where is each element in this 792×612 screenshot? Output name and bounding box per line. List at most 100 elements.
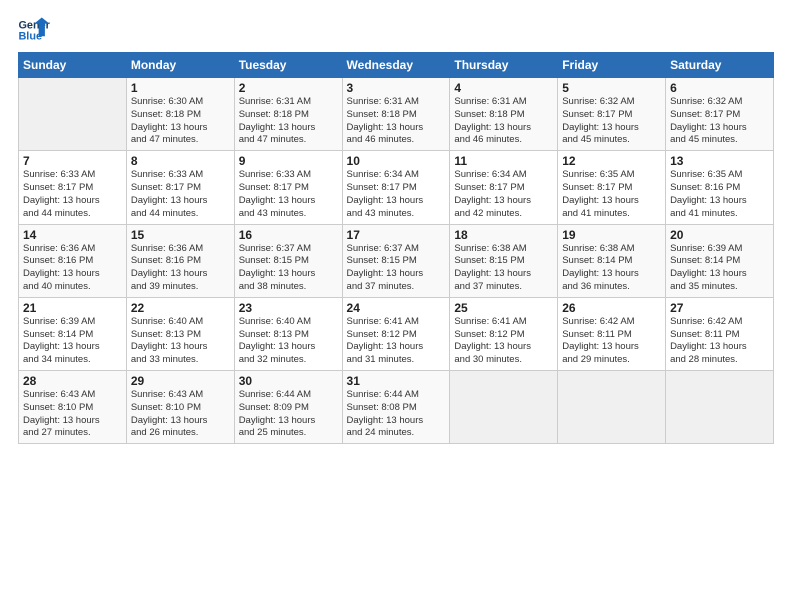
day-header-sunday: Sunday bbox=[19, 53, 127, 78]
day-info: Sunrise: 6:41 AMSunset: 8:12 PMDaylight:… bbox=[454, 316, 553, 367]
day-cell: 8Sunrise: 6:33 AMSunset: 8:17 PMDaylight… bbox=[126, 151, 234, 224]
day-info: Sunrise: 6:35 AMSunset: 8:16 PMDaylight:… bbox=[670, 169, 769, 220]
day-cell: 30Sunrise: 6:44 AMSunset: 8:09 PMDayligh… bbox=[234, 371, 342, 444]
day-info: Sunrise: 6:43 AMSunset: 8:10 PMDaylight:… bbox=[131, 389, 230, 440]
day-cell: 1Sunrise: 6:30 AMSunset: 8:18 PMDaylight… bbox=[126, 78, 234, 151]
day-number: 18 bbox=[454, 228, 553, 242]
page: General Blue SundayMondayTuesdayWednesda… bbox=[0, 0, 792, 612]
day-info: Sunrise: 6:42 AMSunset: 8:11 PMDaylight:… bbox=[562, 316, 661, 367]
day-cell: 29Sunrise: 6:43 AMSunset: 8:10 PMDayligh… bbox=[126, 371, 234, 444]
day-number: 12 bbox=[562, 154, 661, 168]
day-info: Sunrise: 6:32 AMSunset: 8:17 PMDaylight:… bbox=[562, 96, 661, 147]
day-cell: 28Sunrise: 6:43 AMSunset: 8:10 PMDayligh… bbox=[19, 371, 127, 444]
day-number: 9 bbox=[239, 154, 338, 168]
day-number: 3 bbox=[347, 81, 446, 95]
day-cell: 13Sunrise: 6:35 AMSunset: 8:16 PMDayligh… bbox=[666, 151, 774, 224]
day-number: 21 bbox=[23, 301, 122, 315]
day-number: 10 bbox=[347, 154, 446, 168]
day-cell: 15Sunrise: 6:36 AMSunset: 8:16 PMDayligh… bbox=[126, 224, 234, 297]
day-cell: 10Sunrise: 6:34 AMSunset: 8:17 PMDayligh… bbox=[342, 151, 450, 224]
day-number: 7 bbox=[23, 154, 122, 168]
week-row-4: 21Sunrise: 6:39 AMSunset: 8:14 PMDayligh… bbox=[19, 297, 774, 370]
day-number: 16 bbox=[239, 228, 338, 242]
day-info: Sunrise: 6:31 AMSunset: 8:18 PMDaylight:… bbox=[347, 96, 446, 147]
day-number: 2 bbox=[239, 81, 338, 95]
day-info: Sunrise: 6:38 AMSunset: 8:15 PMDaylight:… bbox=[454, 243, 553, 294]
day-number: 11 bbox=[454, 154, 553, 168]
day-cell: 6Sunrise: 6:32 AMSunset: 8:17 PMDaylight… bbox=[666, 78, 774, 151]
day-cell: 3Sunrise: 6:31 AMSunset: 8:18 PMDaylight… bbox=[342, 78, 450, 151]
day-number: 4 bbox=[454, 81, 553, 95]
day-info: Sunrise: 6:33 AMSunset: 8:17 PMDaylight:… bbox=[131, 169, 230, 220]
day-info: Sunrise: 6:36 AMSunset: 8:16 PMDaylight:… bbox=[23, 243, 122, 294]
day-cell: 23Sunrise: 6:40 AMSunset: 8:13 PMDayligh… bbox=[234, 297, 342, 370]
week-row-1: 1Sunrise: 6:30 AMSunset: 8:18 PMDaylight… bbox=[19, 78, 774, 151]
day-header-saturday: Saturday bbox=[666, 53, 774, 78]
day-info: Sunrise: 6:40 AMSunset: 8:13 PMDaylight:… bbox=[239, 316, 338, 367]
day-info: Sunrise: 6:37 AMSunset: 8:15 PMDaylight:… bbox=[347, 243, 446, 294]
day-cell: 27Sunrise: 6:42 AMSunset: 8:11 PMDayligh… bbox=[666, 297, 774, 370]
day-info: Sunrise: 6:31 AMSunset: 8:18 PMDaylight:… bbox=[454, 96, 553, 147]
day-cell: 24Sunrise: 6:41 AMSunset: 8:12 PMDayligh… bbox=[342, 297, 450, 370]
day-number: 24 bbox=[347, 301, 446, 315]
calendar-table: SundayMondayTuesdayWednesdayThursdayFrid… bbox=[18, 52, 774, 444]
week-row-3: 14Sunrise: 6:36 AMSunset: 8:16 PMDayligh… bbox=[19, 224, 774, 297]
day-cell: 22Sunrise: 6:40 AMSunset: 8:13 PMDayligh… bbox=[126, 297, 234, 370]
day-cell: 11Sunrise: 6:34 AMSunset: 8:17 PMDayligh… bbox=[450, 151, 558, 224]
day-info: Sunrise: 6:30 AMSunset: 8:18 PMDaylight:… bbox=[131, 96, 230, 147]
day-cell: 7Sunrise: 6:33 AMSunset: 8:17 PMDaylight… bbox=[19, 151, 127, 224]
day-number: 29 bbox=[131, 374, 230, 388]
day-cell: 17Sunrise: 6:37 AMSunset: 8:15 PMDayligh… bbox=[342, 224, 450, 297]
day-cell: 9Sunrise: 6:33 AMSunset: 8:17 PMDaylight… bbox=[234, 151, 342, 224]
day-cell bbox=[19, 78, 127, 151]
day-info: Sunrise: 6:41 AMSunset: 8:12 PMDaylight:… bbox=[347, 316, 446, 367]
day-info: Sunrise: 6:31 AMSunset: 8:18 PMDaylight:… bbox=[239, 96, 338, 147]
day-info: Sunrise: 6:33 AMSunset: 8:17 PMDaylight:… bbox=[23, 169, 122, 220]
day-number: 22 bbox=[131, 301, 230, 315]
day-cell: 19Sunrise: 6:38 AMSunset: 8:14 PMDayligh… bbox=[558, 224, 666, 297]
day-number: 17 bbox=[347, 228, 446, 242]
day-cell: 16Sunrise: 6:37 AMSunset: 8:15 PMDayligh… bbox=[234, 224, 342, 297]
day-number: 14 bbox=[23, 228, 122, 242]
day-info: Sunrise: 6:34 AMSunset: 8:17 PMDaylight:… bbox=[347, 169, 446, 220]
day-number: 25 bbox=[454, 301, 553, 315]
day-header-tuesday: Tuesday bbox=[234, 53, 342, 78]
day-info: Sunrise: 6:34 AMSunset: 8:17 PMDaylight:… bbox=[454, 169, 553, 220]
day-info: Sunrise: 6:32 AMSunset: 8:17 PMDaylight:… bbox=[670, 96, 769, 147]
day-number: 28 bbox=[23, 374, 122, 388]
day-cell: 5Sunrise: 6:32 AMSunset: 8:17 PMDaylight… bbox=[558, 78, 666, 151]
day-cell: 12Sunrise: 6:35 AMSunset: 8:17 PMDayligh… bbox=[558, 151, 666, 224]
day-info: Sunrise: 6:44 AMSunset: 8:09 PMDaylight:… bbox=[239, 389, 338, 440]
day-info: Sunrise: 6:40 AMSunset: 8:13 PMDaylight:… bbox=[131, 316, 230, 367]
day-info: Sunrise: 6:37 AMSunset: 8:15 PMDaylight:… bbox=[239, 243, 338, 294]
day-info: Sunrise: 6:39 AMSunset: 8:14 PMDaylight:… bbox=[670, 243, 769, 294]
day-info: Sunrise: 6:35 AMSunset: 8:17 PMDaylight:… bbox=[562, 169, 661, 220]
day-number: 26 bbox=[562, 301, 661, 315]
day-info: Sunrise: 6:42 AMSunset: 8:11 PMDaylight:… bbox=[670, 316, 769, 367]
header-row: SundayMondayTuesdayWednesdayThursdayFrid… bbox=[19, 53, 774, 78]
day-info: Sunrise: 6:39 AMSunset: 8:14 PMDaylight:… bbox=[23, 316, 122, 367]
day-cell bbox=[666, 371, 774, 444]
day-cell: 4Sunrise: 6:31 AMSunset: 8:18 PMDaylight… bbox=[450, 78, 558, 151]
day-cell: 31Sunrise: 6:44 AMSunset: 8:08 PMDayligh… bbox=[342, 371, 450, 444]
day-cell: 18Sunrise: 6:38 AMSunset: 8:15 PMDayligh… bbox=[450, 224, 558, 297]
logo-icon: General Blue bbox=[18, 16, 50, 44]
day-number: 8 bbox=[131, 154, 230, 168]
day-number: 19 bbox=[562, 228, 661, 242]
day-cell: 21Sunrise: 6:39 AMSunset: 8:14 PMDayligh… bbox=[19, 297, 127, 370]
day-cell: 2Sunrise: 6:31 AMSunset: 8:18 PMDaylight… bbox=[234, 78, 342, 151]
day-number: 23 bbox=[239, 301, 338, 315]
day-header-wednesday: Wednesday bbox=[342, 53, 450, 78]
day-cell bbox=[558, 371, 666, 444]
day-number: 15 bbox=[131, 228, 230, 242]
day-cell: 20Sunrise: 6:39 AMSunset: 8:14 PMDayligh… bbox=[666, 224, 774, 297]
day-number: 30 bbox=[239, 374, 338, 388]
day-number: 13 bbox=[670, 154, 769, 168]
header: General Blue bbox=[18, 16, 774, 44]
day-number: 20 bbox=[670, 228, 769, 242]
svg-text:Blue: Blue bbox=[18, 30, 42, 42]
week-row-2: 7Sunrise: 6:33 AMSunset: 8:17 PMDaylight… bbox=[19, 151, 774, 224]
day-number: 5 bbox=[562, 81, 661, 95]
day-info: Sunrise: 6:38 AMSunset: 8:14 PMDaylight:… bbox=[562, 243, 661, 294]
day-header-thursday: Thursday bbox=[450, 53, 558, 78]
